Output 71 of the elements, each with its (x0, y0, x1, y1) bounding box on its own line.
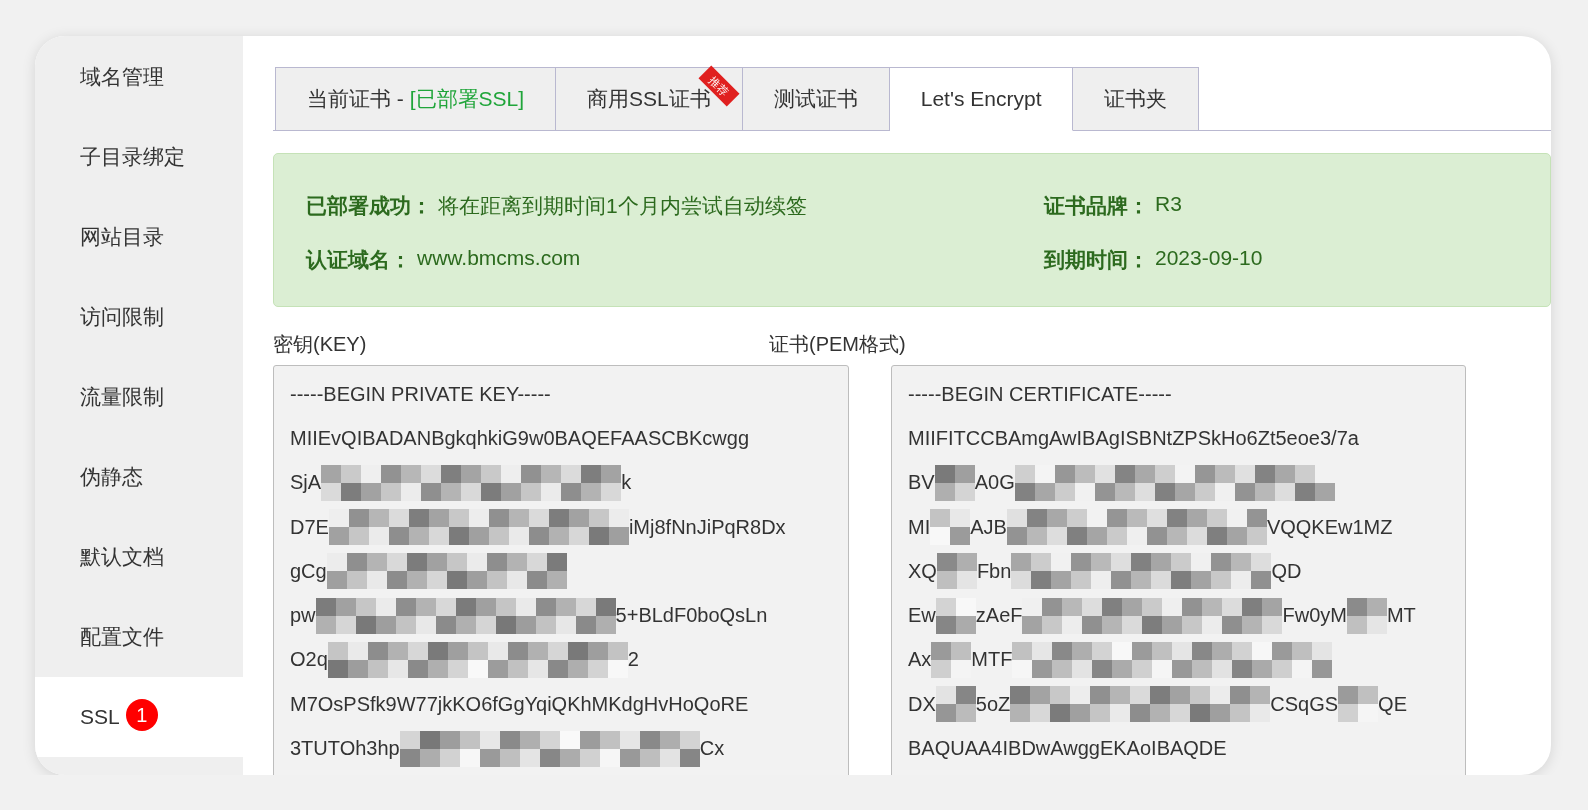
sidebar-item[interactable]: 配置文件 (35, 597, 243, 677)
status-label: 已部署成功： (306, 193, 432, 219)
tab-status: [已部署SSL] (409, 86, 525, 112)
sidebar-item[interactable]: 默认文档 (35, 517, 243, 597)
text-fragment: AJB (970, 515, 1007, 539)
text-fragment: MTF (971, 648, 1013, 672)
status-value: 将在距离到期时间1个月内尝试自动续签 (438, 193, 807, 219)
text-fragment: MI (908, 515, 931, 539)
text-fragment: MIIEvQIBADANBgkqhkiG9w0BAQEFAASCBKcwgg (290, 426, 750, 450)
text-fragment: QE (1378, 692, 1407, 716)
text-fragment: Ax (908, 648, 932, 672)
status-value: R3 (1155, 192, 1182, 217)
sidebar-item[interactable]: 子目录绑定 (35, 117, 243, 197)
sidebar-item[interactable]: 伪静态 (35, 437, 243, 517)
text-fragment: gCg (290, 559, 327, 583)
text-fragment: A0G (974, 471, 1015, 495)
text-fragment: O2q (290, 648, 328, 672)
text-fragment: 5oZ (975, 692, 1011, 716)
sidebar-item[interactable]: 流量限制 (35, 357, 243, 437)
text-fragment: MT (1386, 604, 1416, 628)
text-fragment: QD (1271, 559, 1302, 583)
tab[interactable]: 商用SSL证书 推荐 (556, 67, 743, 130)
text-fragment: DX (908, 692, 936, 716)
text-fragment: iMj8fNnJiPqR8Dx (628, 515, 786, 539)
text-fragment: CSqGS (1270, 692, 1339, 716)
sidebar-item[interactable]: 域名管理 (35, 37, 243, 117)
field-label: 证书(PEM格式) (769, 332, 906, 357)
redaction-mosaic (936, 553, 977, 590)
text-fragment: MIIFITCCBAmgAwIBAgISBNtZPSkHo6Zt5eoe3/7a (908, 426, 1359, 450)
text-fragment: Cx (699, 737, 725, 760)
tab[interactable]: 证书夹 (1073, 67, 1200, 130)
text-fragment: 3TUTOh3hp (290, 737, 400, 760)
status-label: 证书品牌： (1044, 193, 1149, 219)
tab[interactable]: Let's Encrypt (889, 67, 1074, 131)
field-label: 密钥(KEY) (273, 332, 367, 357)
text-fragment: VQQKEw1MZ (1266, 515, 1393, 539)
sidebar-item[interactable]: 访问限制 (35, 277, 243, 357)
text-fragment: -----BEGIN CERTIFICATE----- (908, 382, 1172, 406)
text-fragment: M7OsPSfk9W77jkKO6fGgYqiQKhMKdgHvHoQoRE (290, 692, 749, 716)
text-fragment: -----BEGIN PRIVATE KEY----- (290, 382, 551, 406)
status-value: www.bmcms.com (417, 246, 581, 271)
key-field[interactable]: -----BEGIN PRIVATE KEY----- MIIEvQIBADANBgkqhkiG9w0BAQEFAASCBKcwgg SjA k D7E iMj8fNnJiPqR8Dx gCg pw 5+BLdF0boQsLn O2q 2 M7OsPSfk9W77jkKO6fGgYqiQKhMKdgHvHoQoRE 3TUTOh3hp Cx (273, 365, 849, 775)
certificate-field[interactable]: -----BEGIN CERTIFICATE----- MIIFITCCBAmgAwIBAgISBNtZPSkHo6Zt5eoe3/7a BV A0G MI AJB VQQKEw1MZ XQ Fbn QD Ew zAeF Fw0yM MT Ax MTF DX 5oZ CSqGS QE BAQUAA4IBDwAwggEKAoIBAQDE (891, 365, 1466, 775)
redaction-mosaic (935, 597, 976, 634)
redaction-mosaic (934, 464, 975, 501)
text-fragment: BV (908, 471, 935, 495)
status-label: 到期时间： (1044, 247, 1149, 273)
status-label: 认证域名： (306, 247, 411, 273)
text-fragment: BAQUAA4IBDwAwggEKAoIBAQDE (908, 737, 1227, 760)
tab[interactable]: 测试证书 (742, 67, 890, 130)
redaction-mosaic (1338, 686, 1379, 723)
redaction-mosaic (930, 509, 971, 546)
sidebar-item[interactable]: SSL 1 (35, 677, 243, 757)
text-fragment: 5+BLdF0boQsLn (615, 604, 768, 628)
text-fragment: Fbn (976, 559, 1012, 583)
text-fragment: zAeF (975, 604, 1023, 628)
count-badge: 1 (125, 699, 158, 731)
text-fragment: SjA (290, 471, 322, 495)
text-fragment: D7E (290, 515, 329, 539)
text-fragment: 2 (627, 648, 639, 672)
tab[interactable]: 当前证书 - [已部署SSL] (275, 67, 557, 130)
text-fragment: Ew (908, 604, 936, 628)
status-value: 2023-09-10 (1155, 246, 1263, 271)
text-fragment: k (621, 471, 632, 495)
text-fragment: pw (290, 604, 316, 628)
sidebar-item[interactable]: 网站目录 (35, 197, 243, 277)
redaction-mosaic (1346, 597, 1387, 634)
text-fragment: Fw0yM (1282, 604, 1347, 628)
redaction-mosaic (935, 686, 976, 723)
redaction-mosaic (931, 641, 972, 678)
text-fragment: XQ (908, 559, 937, 583)
